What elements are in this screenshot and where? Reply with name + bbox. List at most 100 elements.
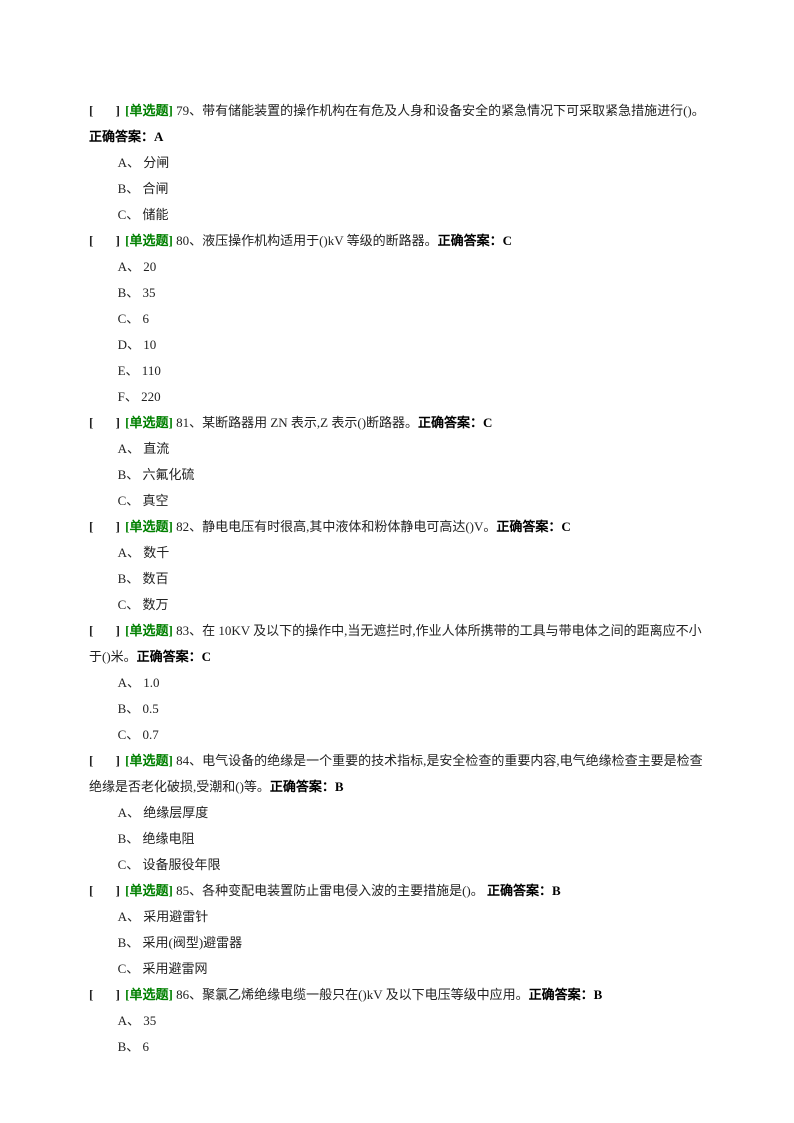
question-header: [ ] [单选题] 82、静电电压有时很高,其中液体和粉体静电可高达()V。正确… xyxy=(89,514,705,540)
options-list: A、 分闸B、 合闸C、 储能 xyxy=(89,150,705,228)
option-text: 0.7 xyxy=(143,727,159,742)
answer-bracket: [ ] xyxy=(89,883,122,898)
option-line: B、 六氟化硫 xyxy=(89,462,705,488)
question-header: [ ] [单选题] 86、聚氯乙烯绝缘电缆一般只在()kV 及以下电压等级中应用… xyxy=(89,982,705,1008)
question-text: 82、静电电压有时很高,其中液体和粉体静电可高达()V。 xyxy=(176,519,496,534)
answer-bracket: [ ] xyxy=(89,753,122,768)
option-text: 110 xyxy=(142,363,161,378)
option-text: 六氟化硫 xyxy=(143,467,195,482)
question-block: [ ] [单选题] 80、液压操作机构适用于()kV 等级的断路器。正确答案：C… xyxy=(89,228,705,410)
option-line: A、 35 xyxy=(89,1008,705,1034)
answer-bracket: [ ] xyxy=(89,623,122,638)
correct-answer: 正确答案：C xyxy=(438,233,512,248)
option-letter: C、 xyxy=(118,311,140,326)
answer-bracket: [ ] xyxy=(89,987,122,1002)
answer-bracket: [ ] xyxy=(89,233,122,248)
question-type-tag: [单选题] xyxy=(125,753,173,768)
option-letter: F、 xyxy=(118,389,138,404)
option-text: 数千 xyxy=(143,545,169,560)
option-text: 合闸 xyxy=(143,181,169,196)
question-text: 79、带有储能装置的操作机构在有危及人身和设备安全的紧急情况下可采取紧急措施进行… xyxy=(176,103,705,118)
option-letter: A、 xyxy=(118,545,140,560)
question-text: 84、电气设备的绝缘是一个重要的技术指标,是安全检查的重要内容,电气绝缘检查主要… xyxy=(89,753,703,794)
option-line: A、 分闸 xyxy=(89,150,705,176)
option-text: 设备服役年限 xyxy=(143,857,221,872)
correct-answer: 正确答案：B xyxy=(529,987,603,1002)
question-header: [ ] [单选题] 85、各种变配电装置防止雷电侵入波的主要措施是()。 正确答… xyxy=(89,878,705,904)
question-header: [ ] [单选题] 79、带有储能装置的操作机构在有危及人身和设备安全的紧急情况… xyxy=(89,98,705,150)
question-header: [ ] [单选题] 84、电气设备的绝缘是一个重要的技术指标,是安全检查的重要内… xyxy=(89,748,705,800)
option-text: 10 xyxy=(143,337,156,352)
option-line: B、 绝缘电阻 xyxy=(89,826,705,852)
option-text: 35 xyxy=(143,1013,156,1028)
option-line: A、 采用避雷针 xyxy=(89,904,705,930)
option-letter: C、 xyxy=(118,857,140,872)
option-line: E、 110 xyxy=(89,358,705,384)
question-block: [ ] [单选题] 85、各种变配电装置防止雷电侵入波的主要措施是()。 正确答… xyxy=(89,878,705,982)
option-letter: A、 xyxy=(118,259,140,274)
question-header: [ ] [单选题] 81、某断路器用 ZN 表示,Z 表示()断路器。正确答案：… xyxy=(89,410,705,436)
option-text: 采用(阀型)避雷器 xyxy=(143,935,243,950)
option-text: 0.5 xyxy=(143,701,159,716)
answer-bracket: [ ] xyxy=(89,519,122,534)
option-letter: A、 xyxy=(118,805,140,820)
option-letter: D、 xyxy=(118,337,140,352)
options-list: A、 数千B、 数百C、 数万 xyxy=(89,540,705,618)
option-letter: B、 xyxy=(118,181,140,196)
option-line: C、 6 xyxy=(89,306,705,332)
option-line: A、 20 xyxy=(89,254,705,280)
option-line: B、 6 xyxy=(89,1034,705,1060)
options-list: A、 1.0B、 0.5C、 0.7 xyxy=(89,670,705,748)
correct-answer: 正确答案：B xyxy=(487,883,561,898)
option-letter: A、 xyxy=(118,1013,140,1028)
option-letter: A、 xyxy=(118,675,140,690)
option-text: 数百 xyxy=(143,571,169,586)
question-block: [ ] [单选题] 84、电气设备的绝缘是一个重要的技术指标,是安全检查的重要内… xyxy=(89,748,705,878)
option-line: B、 采用(阀型)避雷器 xyxy=(89,930,705,956)
answer-bracket: [ ] xyxy=(89,103,122,118)
option-letter: B、 xyxy=(118,1039,140,1054)
correct-answer: 正确答案：C xyxy=(496,519,570,534)
option-text: 采用避雷针 xyxy=(143,909,208,924)
page-content: [ ] [单选题] 79、带有储能装置的操作机构在有危及人身和设备安全的紧急情况… xyxy=(0,0,794,1120)
correct-answer: 正确答案：C xyxy=(418,415,492,430)
option-letter: C、 xyxy=(118,207,140,222)
option-text: 绝缘电阻 xyxy=(143,831,195,846)
option-line: C、 储能 xyxy=(89,202,705,228)
options-list: A、 采用避雷针B、 采用(阀型)避雷器C、 采用避雷网 xyxy=(89,904,705,982)
option-text: 1.0 xyxy=(143,675,159,690)
option-letter: A、 xyxy=(118,441,140,456)
question-block: [ ] [单选题] 86、聚氯乙烯绝缘电缆一般只在()kV 及以下电压等级中应用… xyxy=(89,982,705,1060)
option-line: A、 绝缘层厚度 xyxy=(89,800,705,826)
option-line: D、 10 xyxy=(89,332,705,358)
option-line: A、 数千 xyxy=(89,540,705,566)
option-text: 分闸 xyxy=(143,155,169,170)
option-line: C、 数万 xyxy=(89,592,705,618)
option-line: A、 直流 xyxy=(89,436,705,462)
option-letter: B、 xyxy=(118,701,140,716)
question-text: 81、某断路器用 ZN 表示,Z 表示()断路器。 xyxy=(176,415,418,430)
question-type-tag: [单选题] xyxy=(125,519,173,534)
option-letter: A、 xyxy=(118,155,140,170)
option-letter: B、 xyxy=(118,935,140,950)
option-text: 35 xyxy=(143,285,156,300)
question-header: [ ] [单选题] 83、在 10KV 及以下的操作中,当无遮拦时,作业人体所携… xyxy=(89,618,705,670)
option-text: 数万 xyxy=(143,597,169,612)
option-text: 储能 xyxy=(143,207,169,222)
option-line: C、 真空 xyxy=(89,488,705,514)
option-letter: B、 xyxy=(118,467,140,482)
option-line: F、 220 xyxy=(89,384,705,410)
option-text: 采用避雷网 xyxy=(143,961,208,976)
question-block: [ ] [单选题] 83、在 10KV 及以下的操作中,当无遮拦时,作业人体所携… xyxy=(89,618,705,748)
options-list: A、 直流B、 六氟化硫C、 真空 xyxy=(89,436,705,514)
question-type-tag: [单选题] xyxy=(125,233,173,248)
option-letter: C、 xyxy=(118,727,140,742)
option-letter: B、 xyxy=(118,571,140,586)
option-text: 绝缘层厚度 xyxy=(143,805,208,820)
options-list: A、 绝缘层厚度B、 绝缘电阻C、 设备服役年限 xyxy=(89,800,705,878)
question-type-tag: [单选题] xyxy=(125,883,173,898)
question-type-tag: [单选题] xyxy=(125,415,173,430)
question-block: [ ] [单选题] 81、某断路器用 ZN 表示,Z 表示()断路器。正确答案：… xyxy=(89,410,705,514)
option-line: A、 1.0 xyxy=(89,670,705,696)
option-line: C、 设备服役年限 xyxy=(89,852,705,878)
